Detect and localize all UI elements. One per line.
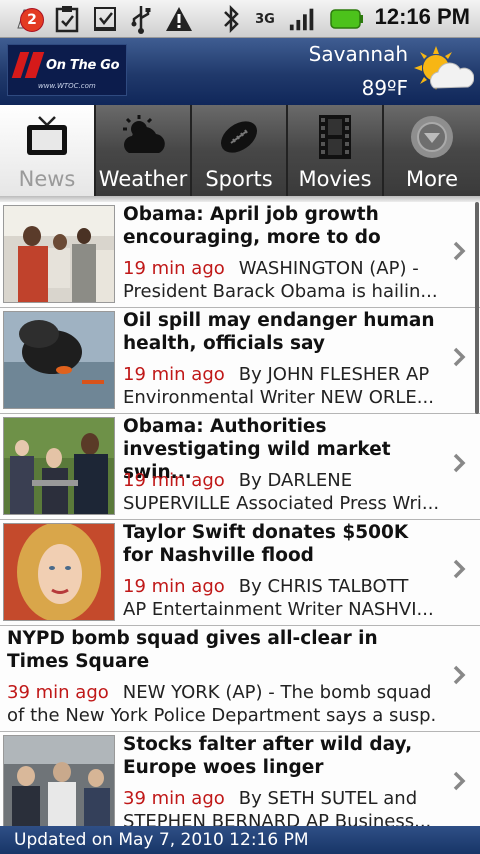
news-meta: 39 min ago By SETH SUTEL and STEPHEN BERN… [123,788,438,826]
tab-weather[interactable]: Weather [96,105,192,196]
chevron-right-icon [453,347,466,367]
news-meta: 19 min ago By JOHN FLESHER AP Environment… [123,364,438,409]
news-snippet-line2: SUPERVILLE Associated Press Wri... [123,492,438,514]
last-updated-text: Updated on May 7, 2010 12:16 PM [14,830,309,850]
news-item[interactable]: Oil spill may endanger human health, off… [0,308,480,414]
clipboard-icon [52,4,82,34]
usb-icon [126,4,156,34]
news-item[interactable]: Obama: Authorities investigating wild ma… [0,414,480,520]
news-time: 39 min ago [7,682,109,703]
tab-sports[interactable]: Sports [192,105,288,196]
weather-city: Savannah [308,42,408,66]
news-headline: NYPD bomb squad gives all-clear in Times… [7,628,378,672]
news-headline: Obama: April job growth encouraging, mor… [123,204,381,248]
network-3g-icon: 3G [250,4,280,34]
status-bar: 2 3G 12:16 PM [0,0,480,38]
news-meta: 19 min ago By DARLENE SUPERVILLE Associat… [123,470,438,515]
logo-url: www.WTOC.com [38,82,96,90]
app-header: On The Go www.WTOC.com Savannah 89ºF [0,38,480,105]
football-icon [220,121,258,153]
news-snippet-line2: Environmental Writer NEW ORLE... [123,386,434,408]
status-time: 12:16 PM [374,4,470,29]
news-time: 39 min ago [123,788,225,809]
chevron-right-icon [453,771,466,791]
news-snippet-line2: STEPHEN BERNARD AP Business... [123,810,432,827]
partly-sunny-icon[interactable] [412,44,475,96]
news-snippet-line2: President Barack Obama is hailin... [123,280,438,302]
news-meta: 19 min ago By CHRIS TALBOTT AP Entertainm… [123,576,438,621]
signal-icon [288,4,318,34]
tv-icon [27,116,67,155]
news-thumbnail [3,735,115,826]
more-arrow-icon [411,116,453,158]
notification-count-badge: 2 [20,8,44,32]
news-thumbnail [3,311,115,409]
weather-cloud-icon [123,115,165,153]
news-time: 19 min ago [123,576,225,597]
chevron-right-icon [453,559,466,579]
news-snippet-line1: By JOHN FLESHER AP [238,364,430,385]
news-meta: 19 min ago WASHINGTON (AP) - President Ba… [123,258,438,303]
tab-more[interactable]: More [384,105,480,196]
news-time: 19 min ago [123,470,225,491]
news-snippet-line2: of the New York Police Department says a… [7,704,438,726]
news-headline: Oil spill may endanger human health, off… [123,310,435,354]
news-time: 19 min ago [123,364,225,385]
battery-icon [330,4,364,34]
chevron-right-icon [453,665,466,685]
news-headline: Taylor Swift donates $500K for Nashville… [123,522,409,566]
news-thumbnail [3,417,115,515]
tab-movies[interactable]: Movies [288,105,384,196]
news-time: 19 min ago [123,258,225,279]
download-icon [90,4,120,34]
logo-mark [11,52,45,78]
tab-sports-label: Sports [205,167,273,191]
news-snippet-line1: By SETH SUTEL and [238,788,418,809]
tab-news[interactable]: News [0,105,96,196]
news-snippet-line1: WASHINGTON (AP) - [238,258,419,279]
news-snippet-line1: By DARLENE [238,470,353,491]
category-tab-bar: News Weather Sports Movies More [0,105,480,196]
bluetooth-icon [216,4,246,34]
news-item[interactable]: Taylor Swift donates $500K for Nashville… [0,520,480,626]
news-snippet-line1: By CHRIS TALBOTT [238,576,409,597]
last-updated-bar: Updated on May 7, 2010 12:16 PM [0,826,480,854]
news-headline: Stocks falter after wild day, Europe woe… [123,734,413,778]
news-snippet-line1: NEW YORK (AP) - The bomb squad [122,682,432,703]
news-snippet-line2: AP Entertainment Writer NASHVI... [123,598,434,620]
news-thumbnail [3,205,115,303]
news-meta: 39 min ago NEW YORK (AP) - The bomb squad… [7,682,438,727]
tab-weather-label: Weather [98,167,188,191]
tab-more-label: More [405,167,459,191]
station-logo[interactable]: On The Go www.WTOC.com [7,44,127,96]
warning-icon [164,4,194,34]
list-scrollbar[interactable] [475,202,479,414]
news-list[interactable]: Obama: April job growth encouraging, mor… [0,202,480,826]
news-item[interactable]: NYPD bomb squad gives all-clear in Times… [0,626,480,732]
news-item[interactable]: Obama: April job growth encouraging, mor… [0,202,480,308]
tab-movies-label: Movies [298,167,372,191]
film-strip-icon [319,115,351,159]
chevron-right-icon [453,453,466,473]
news-item[interactable]: Stocks falter after wild day, Europe woe… [0,732,480,826]
news-thumbnail [3,523,115,621]
tab-news-label: News [18,167,76,191]
network-type-label: 3G [255,11,275,27]
chevron-right-icon [453,241,466,261]
weather-temperature: 89ºF [361,76,408,100]
logo-text: On The Go [46,58,120,73]
